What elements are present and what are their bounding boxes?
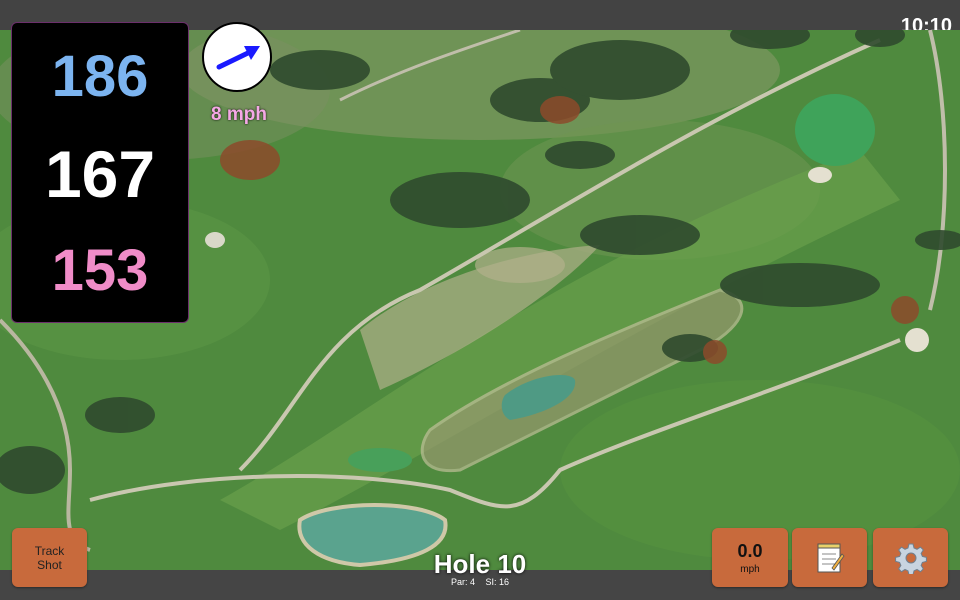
- track-shot-label-line2: Shot: [37, 557, 62, 572]
- hole-info: Par: 4 SI: 16: [380, 577, 580, 587]
- hole-title: Hole 10: [433, 549, 527, 579]
- speed-button[interactable]: 0.0 mph: [712, 528, 788, 587]
- hole-par: Par: 4: [450, 577, 475, 587]
- speed-unit: mph: [740, 563, 760, 575]
- track-shot-label-line1: Track: [34, 543, 65, 558]
- settings-button[interactable]: [873, 528, 948, 587]
- wind-speed: 8 mph: [211, 104, 267, 125]
- wind-dial: [202, 22, 272, 92]
- notes-button[interactable]: [792, 528, 867, 587]
- wind-arrow-icon: [216, 46, 260, 70]
- hole-stroke-index: SI: 16: [485, 577, 510, 587]
- track-shot-button[interactable]: Track Shot: [12, 528, 87, 587]
- back-yardage: 186: [51, 44, 149, 109]
- notepad-icon: [817, 543, 845, 572]
- front-yardage: 153: [51, 238, 149, 303]
- speed-value: 0.0: [737, 540, 763, 561]
- yardage-panel: 186 167 153: [11, 22, 189, 323]
- gear-icon: [894, 543, 927, 574]
- center-yardage: 167: [44, 137, 156, 211]
